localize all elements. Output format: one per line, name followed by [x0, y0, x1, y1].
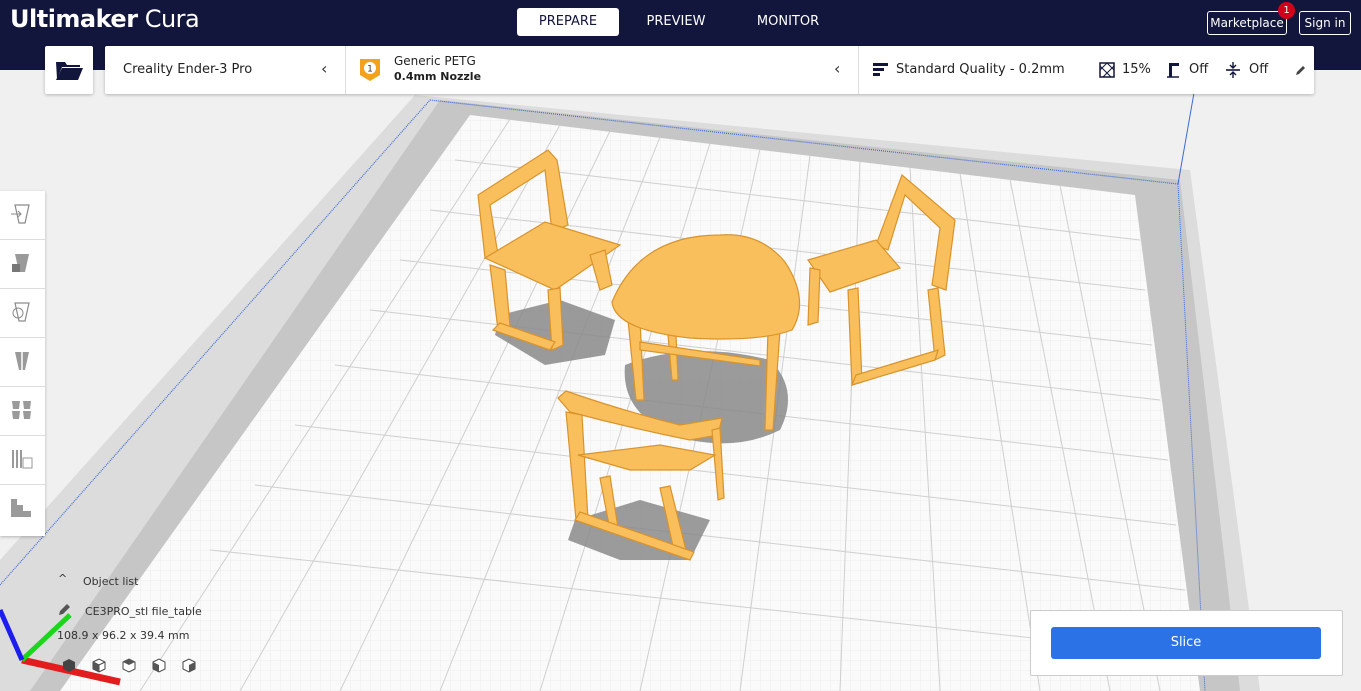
adhesion-icon — [1226, 62, 1240, 78]
scale-tool-button[interactable] — [0, 240, 45, 289]
quality-profile: Standard Quality - 0.2mm — [896, 62, 1065, 77]
tab-monitor[interactable]: MONITOR — [745, 8, 831, 36]
printer-selector[interactable]: Creality Ender-3 Pro ‹ — [105, 46, 345, 94]
object-name[interactable]: CE3PRO_stl file_table — [85, 605, 202, 618]
tool-sidebar — [0, 191, 45, 536]
marketplace-notification-badge: 1 — [1278, 2, 1295, 19]
marketplace-button[interactable]: Marketplace — [1207, 11, 1287, 35]
support-blocker-icon — [12, 450, 33, 469]
printer-name: Creality Ender-3 Pro — [123, 62, 253, 77]
tab-prepare[interactable]: PREPARE — [517, 8, 619, 36]
pencil-icon — [59, 604, 70, 615]
slice-panel: Slice — [1030, 610, 1343, 676]
view-3d-icon[interactable] — [60, 656, 78, 674]
material-selector[interactable]: 1 Generic PETG 0.4mm Nozzle ‹ — [346, 46, 858, 94]
material-name: Generic PETG — [394, 54, 476, 68]
infill-icon — [1099, 62, 1115, 78]
app-logo: Ultimaker Cura — [10, 5, 200, 33]
sign-in-button[interactable]: Sign in — [1299, 11, 1351, 35]
infill-value: 15% — [1122, 62, 1151, 77]
extruder-badge-icon: 1 — [360, 59, 380, 81]
view-right-icon[interactable] — [180, 656, 198, 674]
object-dimensions: 108.9 x 96.2 x 39.4 mm — [57, 629, 190, 642]
mirror-tool-button[interactable] — [0, 338, 45, 387]
object-list-toggle[interactable]: ^ — [58, 572, 67, 585]
chevron-left-icon: ‹ — [834, 59, 841, 78]
svg-text:1: 1 — [367, 65, 373, 75]
scale-icon — [12, 254, 29, 272]
folder-icon — [56, 62, 83, 80]
chevron-up-icon: ^ — [58, 572, 68, 585]
layers-tool-button[interactable] — [0, 485, 45, 533]
open-file-button[interactable] — [45, 46, 93, 94]
rotate-tool-button[interactable] — [0, 289, 45, 338]
chevron-left-icon: ‹ — [321, 59, 328, 78]
adhesion-value: Off — [1249, 62, 1269, 77]
nozzle-size: 0.4mm Nozzle — [394, 70, 482, 83]
support-blocker-tool-button[interactable] — [0, 436, 45, 485]
view-top-icon[interactable] — [120, 656, 138, 674]
object-list-label[interactable]: Object list — [83, 575, 138, 588]
move-tool-button[interactable] — [0, 191, 45, 240]
per-model-settings-icon — [12, 401, 31, 419]
move-icon — [11, 204, 30, 224]
printer-settings-bar: Creality Ender-3 Pro ‹ 1 Generic PETG 0.… — [105, 46, 1314, 94]
quality-icon — [873, 63, 888, 76]
support-value: Off — [1189, 62, 1209, 77]
rotate-icon — [12, 302, 30, 322]
support-icon — [1167, 63, 1179, 78]
print-settings-selector[interactable]: Standard Quality - 0.2mm 15% Off Off — [859, 46, 1314, 94]
build-plate-viewport[interactable] — [0, 70, 1361, 691]
per-model-settings-tool-button[interactable] — [0, 387, 45, 436]
stairs-icon — [11, 499, 31, 517]
mirror-icon — [15, 349, 29, 373]
view-front-icon[interactable] — [90, 656, 108, 674]
view-left-icon[interactable] — [150, 656, 168, 674]
pencil-icon — [1296, 66, 1305, 75]
slice-button[interactable]: Slice — [1051, 627, 1321, 659]
tab-preview[interactable]: PREVIEW — [632, 8, 720, 36]
